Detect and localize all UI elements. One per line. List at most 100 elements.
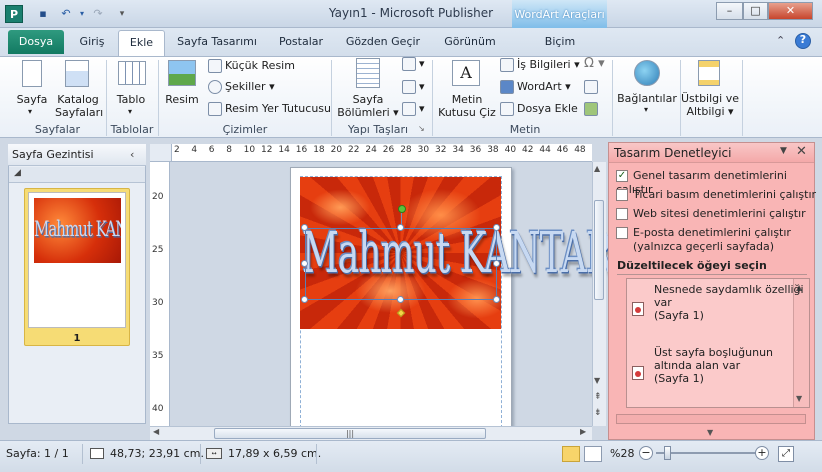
header-footer-button[interactable]: Üstbilgi ve Altbilgi ▾: [680, 92, 740, 118]
check-commercial-print[interactable]: Ticari basım denetimlerini çalıştır: [616, 188, 816, 202]
rotation-handle[interactable]: [398, 205, 406, 213]
check-email[interactable]: E-posta denetimlerini çalıştır (yalnızca …: [616, 226, 791, 254]
borders-button[interactable]: ▾: [402, 79, 425, 95]
symbol-icon[interactable]: Ω ▾: [584, 56, 605, 72]
borders-icon: [402, 80, 416, 94]
links-button[interactable]: Bağlantılar: [616, 92, 678, 105]
pane-expand-icon[interactable]: ▼: [707, 428, 713, 437]
minimize-button[interactable]: –: [716, 2, 743, 20]
vertical-ruler[interactable]: 20 25 30 35 40: [150, 162, 170, 426]
resize-handle-top[interactable]: [397, 224, 404, 231]
resize-handle-top-left[interactable]: [301, 224, 308, 231]
business-info-button[interactable]: İş Bilgileri ▾: [500, 57, 580, 73]
status-separator: [82, 444, 83, 464]
help-icon[interactable]: ?: [795, 33, 811, 49]
zoom-out-icon[interactable]: −: [639, 446, 653, 460]
close-button[interactable]: ✕: [768, 2, 813, 20]
ruler-tick-label: 36: [469, 145, 482, 155]
group-separator: [158, 60, 159, 136]
selection-box: [305, 228, 497, 300]
two-page-view-icon[interactable]: [584, 446, 602, 462]
dialog-launcher-icon[interactable]: ↘: [418, 124, 425, 133]
close-pane-icon[interactable]: ✕: [796, 144, 807, 159]
previous-page-icon[interactable]: ⇞: [594, 392, 602, 402]
thumbnail-image: Mahmut KANTAR: [34, 198, 121, 263]
advertisement-icon: [402, 102, 416, 116]
picture-icon: [168, 60, 196, 86]
tab-file[interactable]: Dosya: [8, 30, 64, 54]
ruler-tick-label: 44: [539, 145, 551, 155]
ruler-corner[interactable]: [150, 144, 172, 162]
checkbox-web[interactable]: [616, 208, 628, 220]
ruler-tick-label: 25: [152, 245, 164, 255]
checkbox-commercial[interactable]: [616, 189, 628, 201]
calendar-icon: [402, 57, 416, 71]
table-icon: [118, 61, 146, 85]
picture-placeholder-button[interactable]: Resim Yer Tutucusu: [208, 101, 331, 117]
catalog-pages-button[interactable]: Katalog Sayfaları: [55, 93, 103, 119]
ruler-tick-label: 28: [400, 145, 412, 155]
check-web-site[interactable]: Web sitesi denetimlerini çalıştır: [616, 207, 806, 221]
tab-format[interactable]: Biçim: [530, 30, 590, 54]
collapse-ribbon-icon[interactable]: ⌃: [776, 34, 785, 47]
resize-handle-right[interactable]: [493, 260, 500, 267]
issue-item[interactable]: Üst sayfa boşluğunun altında alan var (Say…: [654, 346, 804, 385]
issue-item[interactable]: Nesnede saydamlık özelliği var (Sayfa 1): [654, 283, 804, 322]
page-button[interactable]: Sayfa: [14, 93, 50, 106]
calendars-button[interactable]: ▾: [402, 56, 425, 72]
zoom-in-icon[interactable]: +: [755, 446, 769, 460]
resize-handle-bottom-left[interactable]: [301, 296, 308, 303]
next-page-icon[interactable]: ⇟: [594, 408, 602, 418]
page-number-label: 1: [73, 333, 81, 344]
single-page-view-icon[interactable]: [562, 446, 580, 462]
zoom-level[interactable]: %28: [610, 447, 634, 460]
object-size-icon: ↔: [206, 448, 222, 459]
horizontal-scroll-thumb[interactable]: |||: [214, 428, 486, 439]
table-button[interactable]: Tablo: [110, 93, 152, 106]
fit-page-icon[interactable]: ⤢: [778, 446, 794, 462]
checkbox-general[interactable]: ✓: [616, 170, 628, 182]
resize-handle-bottom-right[interactable]: [493, 296, 500, 303]
resize-handle-top-right[interactable]: [493, 224, 500, 231]
tab-review[interactable]: Gözden Geçir: [340, 30, 426, 54]
expand-section-icon[interactable]: ◢: [14, 168, 21, 178]
clip-art-button[interactable]: Küçük Resim: [208, 58, 295, 74]
checkbox-email[interactable]: [616, 227, 628, 239]
insert-file-button[interactable]: Dosya Ekle: [500, 101, 578, 117]
zoom-slider-thumb[interactable]: [664, 446, 671, 460]
resize-handle-left[interactable]: [301, 260, 308, 267]
object-button[interactable]: [584, 101, 601, 117]
ruler-tick-label: 42: [522, 145, 534, 155]
wordart-button[interactable]: WordArt ▾: [500, 79, 571, 95]
scroll-up-icon[interactable]: ▲: [594, 164, 600, 173]
advertisements-button[interactable]: ▾: [402, 101, 425, 117]
tab-view[interactable]: Görünüm: [436, 30, 504, 54]
resize-handle-bottom[interactable]: [397, 296, 404, 303]
ruler-tick-label: 35: [152, 351, 164, 361]
list-scroll-down-icon[interactable]: ▼: [796, 394, 802, 403]
scroll-down-icon[interactable]: ▼: [594, 376, 600, 385]
page-indicator[interactable]: Sayfa: 1 / 1: [6, 447, 69, 460]
draw-text-box-button[interactable]: Metin Kutusu Çiz: [436, 93, 498, 119]
vertical-scroll-thumb[interactable]: [594, 200, 604, 300]
tab-home[interactable]: Giriş: [72, 30, 112, 54]
links-dropdown-icon[interactable]: ▾: [644, 105, 648, 114]
table-dropdown-icon[interactable]: ▾: [128, 107, 132, 116]
scroll-left-icon[interactable]: ◀: [153, 427, 159, 436]
scroll-right-icon[interactable]: ▶: [580, 427, 586, 436]
picture-button[interactable]: Resim: [162, 93, 202, 106]
zoom-slider[interactable]: [656, 452, 756, 454]
maximize-button[interactable]: □: [743, 2, 768, 20]
shapes-button[interactable]: Şekiller ▾: [208, 79, 275, 95]
tab-page-design[interactable]: Sayfa Tasarımı: [172, 30, 262, 54]
business-info-icon: [500, 58, 514, 72]
collapse-pane-icon[interactable]: ‹: [130, 148, 134, 161]
tab-insert[interactable]: Ekle: [118, 30, 165, 57]
tab-mailings[interactable]: Postalar: [272, 30, 330, 54]
pane-options-icon[interactable]: ▼: [780, 146, 787, 156]
page-dropdown-icon[interactable]: ▾: [28, 107, 32, 116]
page-parts-button[interactable]: Sayfa Bölümleri ▾: [336, 93, 400, 119]
group-separator: [612, 60, 613, 136]
date-time-button[interactable]: [584, 79, 601, 95]
horizontal-ruler[interactable]: 2 4 6 8 10 12 14 16 18 20 22 24 26 28 30 32 34 36 38 40 42 44…: [172, 144, 592, 162]
